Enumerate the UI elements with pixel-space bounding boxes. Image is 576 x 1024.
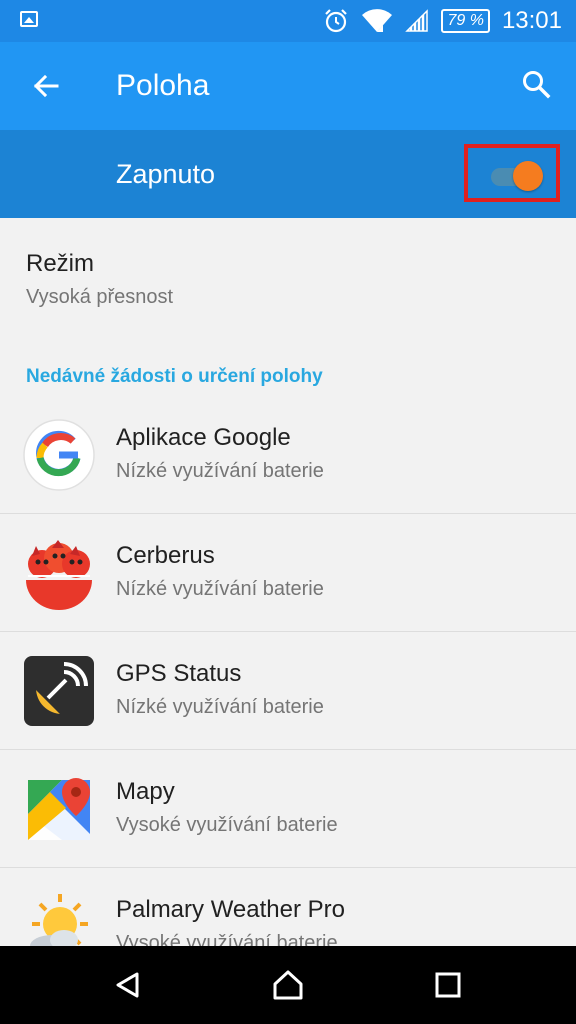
mode-title: Režim: [26, 250, 95, 277]
app-name: Mapy: [116, 778, 175, 805]
back-triangle-icon[interactable]: [106, 963, 150, 1007]
mode-value: Vysoká přesnost: [26, 286, 174, 308]
maps-icon: [28, 778, 90, 840]
signal-icon: [405, 9, 429, 32]
recents-icon[interactable]: [426, 963, 470, 1007]
status-bar: 79 % 13:01: [0, 0, 576, 42]
status-time: 13:01: [501, 7, 562, 34]
recent-requests-list: Aplikace Google Nízké využívání baterie …: [0, 396, 576, 986]
list-item[interactable]: Aplikace Google Nízké využívání baterie: [0, 396, 576, 514]
wifi-icon: [362, 9, 393, 32]
battery-usage: Nízké využívání baterie: [116, 696, 324, 718]
list-item[interactable]: Mapy Vysoké využívání baterie: [0, 750, 576, 868]
app-bar: Poloha: [0, 42, 576, 130]
home-icon[interactable]: [266, 963, 310, 1007]
battery-icon: 79 %: [441, 9, 490, 33]
app-name: Palmary Weather Pro: [116, 896, 345, 923]
google-app-icon: [23, 419, 95, 491]
battery-usage: Vysoké využívání baterie: [116, 814, 338, 836]
status-icons: 79 % 13:01: [323, 0, 562, 42]
page-title: Poloha: [116, 69, 210, 102]
gps-status-icon: [24, 656, 94, 726]
location-toggle[interactable]: [489, 160, 547, 192]
app-name: Aplikace Google: [116, 424, 291, 451]
location-master-switch-bar[interactable]: Zapnuto: [0, 130, 576, 218]
back-arrow-icon[interactable]: [26, 66, 66, 106]
search-icon[interactable]: [516, 64, 556, 104]
switch-label: Zapnuto: [116, 159, 216, 189]
mode-setting[interactable]: Režim Vysoká přesnost: [0, 218, 576, 330]
toggle-thumb: [513, 161, 543, 191]
navigation-bar: [0, 946, 576, 1024]
section-header: Nedávné žádosti o určení polohy: [26, 366, 323, 387]
gallery-icon: [20, 11, 38, 27]
cerberus-icon: [26, 540, 92, 610]
list-item[interactable]: Cerberus Nízké využívání baterie: [0, 514, 576, 632]
list-item[interactable]: GPS Status Nízké využívání baterie: [0, 632, 576, 750]
battery-usage: Nízké využívání baterie: [116, 578, 324, 600]
battery-usage: Nízké využívání baterie: [116, 460, 324, 482]
app-name: Cerberus: [116, 542, 215, 569]
app-name: GPS Status: [116, 660, 242, 687]
alarm-icon: [325, 9, 348, 33]
